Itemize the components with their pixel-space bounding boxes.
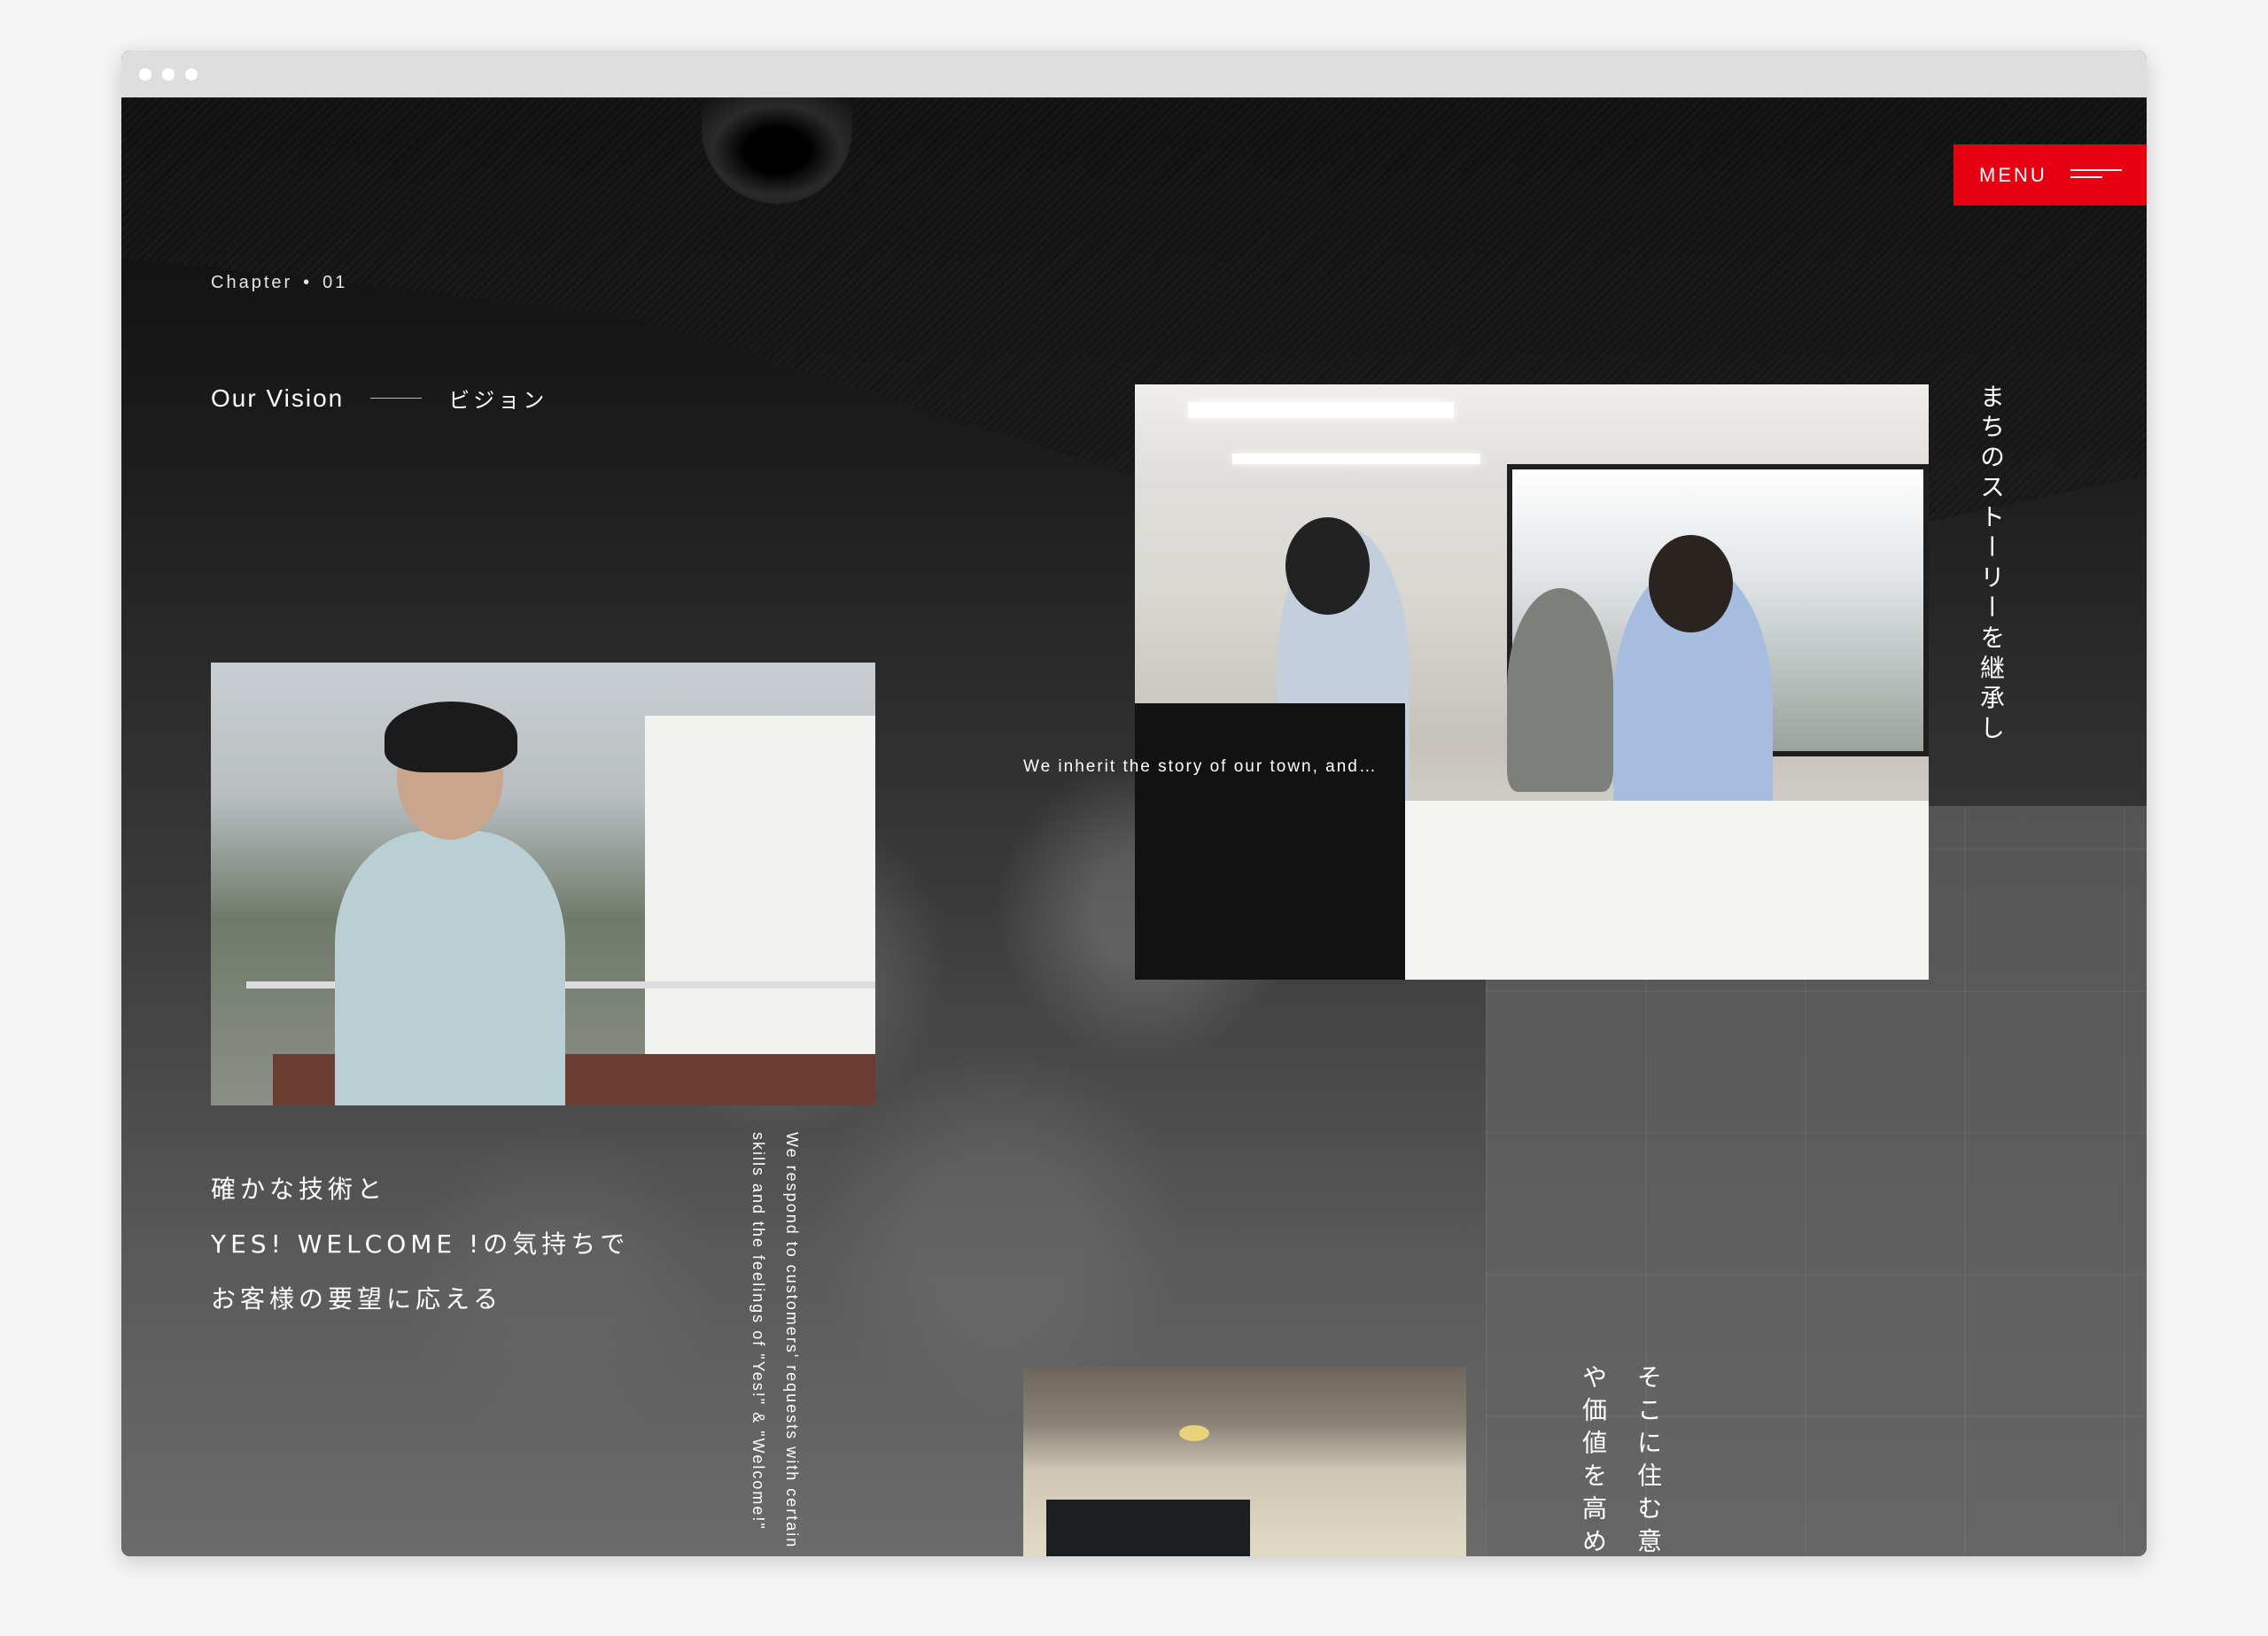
vision-title: Our Vision	[211, 384, 345, 412]
page-viewport: Chapter • 01 Our Vision ビジョン MENU We inh…	[121, 97, 2147, 1556]
browser-window: Chapter • 01 Our Vision ビジョン MENU We inh…	[121, 50, 2147, 1556]
vertical-english-statement: We respond to customers' requests with c…	[750, 1132, 801, 1549]
office-team-photo	[1135, 384, 1929, 980]
chapter-separator: •	[303, 273, 313, 292]
window-dot-icon[interactable]	[185, 68, 198, 81]
vision-title-jp: ビジョン	[448, 388, 548, 413]
section-heading: Our Vision ビジョン	[211, 383, 548, 414]
window-titlebar	[121, 50, 2147, 97]
headline-line: お客様の要望に応える	[211, 1284, 503, 1314]
chapter-text: Chapter	[211, 273, 293, 292]
headline-line: YES! WELCOME !の気持ちで	[211, 1229, 630, 1259]
vertical-heading-inherit: まちのストーリーを継承し	[1977, 384, 2006, 745]
heading-divider	[370, 398, 423, 399]
menu-label: MENU	[1979, 163, 2047, 186]
window-dot-icon[interactable]	[162, 68, 175, 81]
president-portrait-photo	[211, 663, 875, 1105]
building-entrance-photo	[1023, 1367, 1466, 1556]
hamburger-icon	[2070, 167, 2122, 183]
inherit-caption: We inherit the story of our town, and…	[1023, 757, 1378, 776]
chapter-label: Chapter • 01	[211, 273, 347, 293]
chapter-number: 01	[322, 273, 348, 292]
vision-headline: 確かな技術と YES! WELCOME !の気持ちで お客様の要望に応える	[211, 1162, 629, 1327]
menu-button[interactable]: MENU	[1953, 144, 2147, 205]
headline-line: 確かな技術と	[211, 1175, 387, 1204]
vertical-heading-value: そこに住む意味や価値を高める	[1579, 1364, 1663, 1556]
window-dot-icon[interactable]	[139, 68, 151, 81]
